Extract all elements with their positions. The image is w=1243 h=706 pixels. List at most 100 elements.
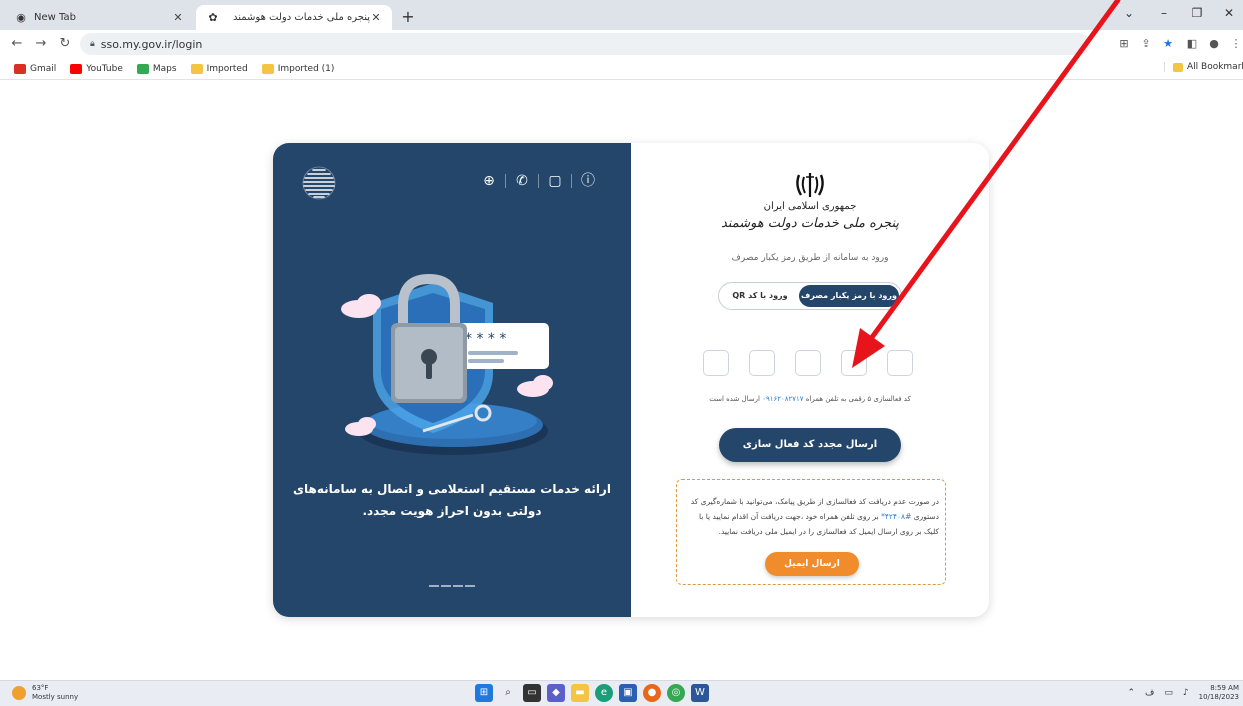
back-button[interactable]: ← (8, 35, 26, 53)
promo-line: دولتی بدون احراز هویت مجدد. (362, 504, 542, 518)
share-icon[interactable]: ⇪ (1138, 36, 1154, 52)
tab-qr-login[interactable]: ورود با کد QR (721, 285, 799, 307)
send-email-button[interactable]: ارسال ایمیل (765, 552, 859, 576)
system-tray: ⌃ ف ▭ ♪ 8:59 AM 10/18/2023 (1127, 684, 1239, 702)
new-tab-button[interactable]: + (398, 7, 418, 27)
carousel-indicator[interactable] (428, 585, 476, 587)
gmail-icon (14, 63, 26, 74)
info-icon[interactable]: ⓘ (577, 171, 599, 191)
code-sent-message: کد فعالسازی ۵ رقمی به تلفن همراه ۰۹۱۶۲۰۸… (631, 395, 989, 403)
windows-taskbar: 63°F Mostly sunny ⊞ ⌕ ▭ ◆ ▬ e ▣ ● ◎ W ⌃ … (0, 680, 1243, 706)
chat-icon[interactable]: ▢ (544, 171, 566, 191)
folder-icon (261, 63, 274, 74)
task-view-icon[interactable]: ▭ (523, 684, 541, 702)
otp-digit-input[interactable] (841, 350, 867, 376)
bookmark-gmail[interactable]: Gmail (14, 63, 57, 74)
bookmark-youtube[interactable]: YouTube (70, 63, 123, 74)
firefox-icon[interactable]: ● (643, 684, 661, 702)
menu-icon[interactable]: ⋮ (1228, 36, 1243, 52)
word-icon[interactable]: W (691, 684, 709, 702)
carousel-dot[interactable] (453, 585, 463, 587)
translate-icon[interactable]: ⊞ (1116, 36, 1132, 52)
weather-widget[interactable]: 63°F Mostly sunny (12, 684, 78, 702)
tab-title: New Tab (34, 12, 76, 23)
phone-number: ۰۹۱۶۲۰۸۲۷۱۷ (762, 395, 804, 403)
bookmark-imported-1[interactable]: Imported (1) (261, 63, 335, 74)
divider (505, 174, 506, 188)
side-panel-icon[interactable]: ◧ (1184, 36, 1200, 52)
svg-text:* * * *: * * * * (465, 331, 506, 347)
bookmark-label: YouTube (86, 63, 123, 74)
volume-icon[interactable]: ♪ (1183, 688, 1189, 698)
url-text: sso.my.gov.ir/login (100, 37, 203, 51)
chat-app-icon[interactable]: ◆ (547, 684, 565, 702)
left-info-panel: ⊕ ✆ ▢ ⓘ * * * * ارائه خدمات مستقیم استعل… (273, 143, 631, 617)
bookmark-label: Gmail (30, 63, 57, 74)
file-explorer-icon[interactable]: ▬ (571, 684, 589, 702)
sms-help-box: در صورت عدم دریافت کد فعالسازی از طریق پ… (676, 479, 946, 585)
clock[interactable]: 8:59 AM 10/18/2023 (1199, 684, 1239, 702)
security-lock-illustration: * * * * (341, 273, 553, 455)
otp-digit-input[interactable] (887, 350, 913, 376)
forward-button[interactable]: → (32, 35, 50, 53)
address-bar-row: ← → ↻ 🔒︎ sso.my.gov.ir/login ⊞ ⇪ ★ ◧ ● ⋮ (0, 30, 1243, 58)
minimize-button[interactable]: – (1150, 6, 1178, 20)
carousel-dot[interactable] (429, 585, 439, 587)
weather-text: Mostly sunny (32, 693, 79, 701)
portal-logo-icon (302, 166, 336, 200)
edge-icon[interactable]: e (595, 684, 613, 702)
lock-icon: 🔒︎ (90, 39, 95, 49)
close-window-button[interactable]: ✕ (1215, 6, 1243, 20)
language-icon[interactable]: ف (1145, 688, 1154, 698)
browser-tab-bar: ◉ New Tab ✕ ✿ پنجره ملی خدمات دولت هوشمن… (0, 0, 1243, 30)
bookmark-label: Imported (1) (277, 63, 335, 74)
tab-gov-portal[interactable]: ✿ پنجره ملی خدمات دولت هوشمند ✕ (196, 5, 392, 30)
folder-icon (1173, 62, 1183, 72)
all-bookmarks[interactable]: All Bookmarks (1164, 62, 1243, 72)
bookmark-maps[interactable]: Maps (136, 63, 177, 74)
url-field[interactable]: 🔒︎ sso.my.gov.ir/login (80, 33, 1090, 55)
tab-otp-login[interactable]: ورود با رمز یکبار مصرف (799, 285, 899, 307)
sun-icon (12, 686, 26, 700)
login-form-panel: جمهوری اسلامی ایران پنجره ملی خدمات دولت… (631, 143, 989, 617)
gov-emblem-icon: ✿ (208, 10, 218, 24)
phone-icon[interactable]: ✆ (511, 171, 533, 191)
reload-button[interactable]: ↻ (56, 35, 74, 53)
bookmark-imported[interactable]: Imported (190, 63, 248, 74)
chevron-down-icon[interactable]: ⌄ (1115, 6, 1143, 20)
resend-code-button[interactable]: ارسال مجدد کد فعال سازی (719, 428, 901, 462)
tab-title: پنجره ملی خدمات دولت هوشمند (233, 12, 370, 23)
store-icon[interactable]: ▣ (619, 684, 637, 702)
gov-title-line2: پنجره ملی خدمات دولت هوشمند (720, 216, 900, 231)
chrome-icon: ◉ (16, 10, 26, 24)
network-icon[interactable]: ▭ (1164, 688, 1173, 698)
chevron-up-icon[interactable]: ⌃ (1127, 688, 1135, 698)
profile-icon[interactable]: ● (1206, 36, 1222, 52)
maps-icon (136, 63, 149, 74)
carousel-dot[interactable] (465, 585, 475, 587)
clock-time: 8:59 AM (1210, 684, 1239, 692)
gov-title-line1: جمهوری اسلامی ایران (763, 201, 857, 212)
carousel-dot[interactable] (441, 585, 451, 587)
otp-digit-input[interactable] (749, 350, 775, 376)
bookmarks-bar: Gmail YouTube Maps Imported Imported (1)… (0, 58, 1243, 80)
bookmark-label: Imported (206, 63, 248, 74)
close-tab-icon[interactable]: ✕ (172, 11, 184, 24)
bookmark-star-icon[interactable]: ★ (1160, 36, 1176, 52)
globe-icon[interactable]: ⊕ (478, 171, 500, 191)
otp-digit-input[interactable] (795, 350, 821, 376)
tab-new-tab[interactable]: ◉ New Tab ✕ (4, 5, 194, 30)
divider (571, 174, 572, 188)
chrome-taskbar-icon[interactable]: ◎ (667, 684, 685, 702)
restore-button[interactable]: ❐ (1183, 6, 1211, 20)
otp-digit-input[interactable] (703, 350, 729, 376)
search-icon[interactable]: ⌕ (499, 684, 517, 702)
ussd-code: #۴۲۴۰۸* (881, 512, 912, 521)
folder-icon (190, 63, 203, 74)
bookmark-label: Maps (152, 63, 177, 74)
divider (538, 174, 539, 188)
taskbar-apps: ⊞ ⌕ ▭ ◆ ▬ e ▣ ● ◎ W (475, 684, 715, 702)
start-icon[interactable]: ⊞ (475, 684, 493, 702)
panel-toolbar: ⊕ ✆ ▢ ⓘ (478, 171, 599, 191)
close-tab-icon[interactable]: ✕ (370, 11, 382, 24)
